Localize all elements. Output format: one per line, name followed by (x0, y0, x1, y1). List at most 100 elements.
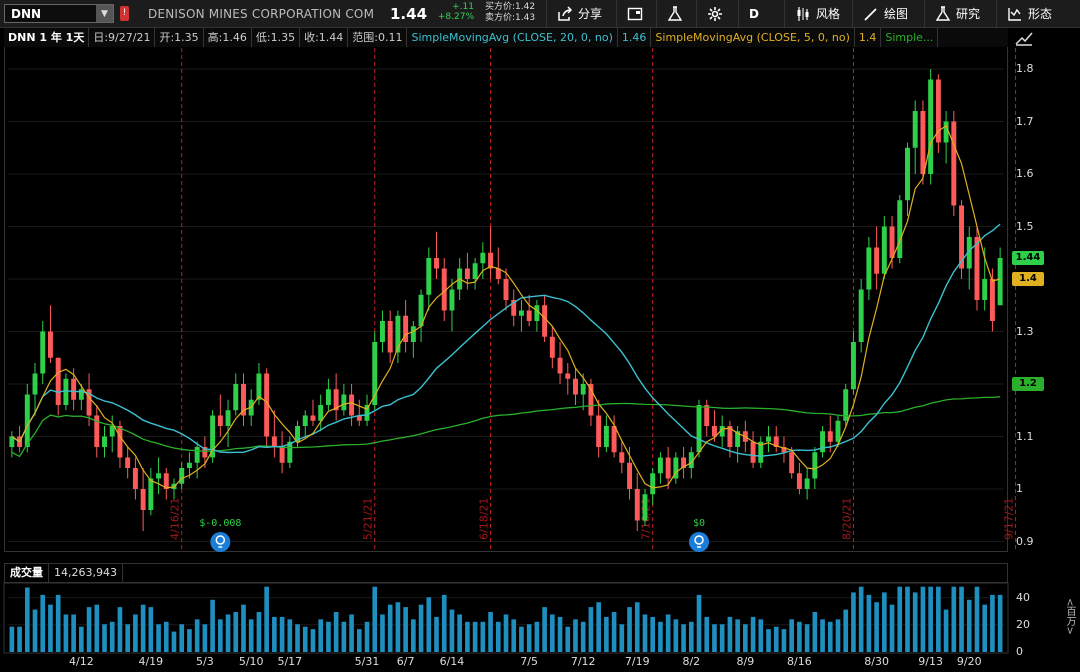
candle-body (874, 247, 880, 274)
volume-bar (472, 621, 478, 652)
volume-bar (187, 629, 192, 652)
candle-body (233, 384, 239, 411)
volume-bar (194, 619, 200, 652)
candle-body (573, 378, 578, 395)
volume-bar (457, 614, 462, 652)
candle-body (750, 441, 756, 463)
volume-bar (820, 619, 825, 652)
volume-bar (272, 616, 277, 652)
legend-symbol-period: DNN 1 年 1天 (4, 28, 90, 47)
volume-unit: <百万> (1064, 598, 1075, 635)
volume-bar (480, 621, 486, 652)
candle-body (349, 394, 355, 416)
volume-bar (326, 621, 331, 652)
volume-bar (310, 629, 316, 652)
candle-body (534, 305, 540, 321)
date-tick-label: 5/17 (277, 655, 303, 668)
volume-bar (866, 594, 872, 652)
candle-body (472, 263, 478, 279)
volume-bar (63, 614, 69, 652)
volume-bar (40, 594, 46, 652)
candle-body (696, 405, 702, 453)
volume-bar (665, 614, 671, 652)
volume-bar (966, 599, 972, 652)
candle-body (503, 279, 509, 300)
candle-body (140, 489, 146, 510)
volume-bar (264, 586, 269, 652)
volume-bar (171, 631, 177, 652)
candle-body (766, 436, 771, 442)
expiration-label: 4/16/21 (169, 498, 182, 540)
price-axis[interactable] (1010, 28, 1080, 552)
volume-bar (773, 626, 779, 652)
price-tick-label: 1.3 (1016, 324, 1034, 338)
candle-body (256, 373, 262, 400)
legend-sma5-value: 1.4 (855, 28, 882, 47)
volume-bar (534, 621, 540, 652)
candle-body (217, 415, 223, 426)
volume-bar (681, 624, 686, 652)
candle-body (132, 468, 138, 489)
volume-bar (542, 607, 547, 652)
volume-bar (511, 619, 517, 652)
volume-bar (835, 619, 841, 652)
candle-body (951, 121, 957, 206)
volume-bar (719, 624, 725, 652)
legend-sma20-name[interactable]: SimpleMovingAvg (CLOSE, 20, 0, no) (407, 28, 618, 47)
volume-bar (789, 619, 794, 652)
volume-bar (179, 624, 185, 652)
candle-body (804, 478, 810, 489)
candle-body (464, 268, 470, 279)
candle-body (611, 426, 617, 453)
candle-body (997, 258, 1003, 306)
volume-bar (596, 602, 601, 652)
price-tick-label: 0.9 (1016, 534, 1034, 548)
earnings-label: $0 (693, 518, 705, 529)
volume-tick-label: 0 (1016, 645, 1023, 658)
legend-sma5-name[interactable]: SimpleMovingAvg (CLOSE, 5, 0, no) (651, 28, 855, 47)
volume-bar (974, 586, 980, 652)
volume-bar (71, 614, 76, 652)
earnings-label: $-0.008 (199, 518, 241, 529)
legend-open: 开:1.35 (155, 28, 204, 47)
candle-body (557, 357, 563, 374)
volume-bar (279, 616, 285, 652)
legend-sma200-name[interactable]: Simple... (881, 28, 939, 47)
candle-body (596, 415, 602, 447)
expiration-label: 5/21/21 (362, 498, 375, 540)
candle-body (850, 342, 856, 390)
legend-sma20-value: 1.46 (618, 28, 652, 47)
volume-bar (851, 592, 856, 652)
volume-bar (604, 616, 609, 652)
candle-body (820, 431, 826, 453)
candle-body (789, 452, 795, 474)
volume-bar (302, 626, 308, 652)
volume-bar (743, 624, 748, 652)
candle-body (812, 452, 818, 479)
date-tick-label: 8/30 (864, 655, 889, 668)
volume-bar (125, 624, 130, 652)
candle-body (928, 79, 934, 174)
volume-bar (750, 616, 756, 652)
volume-bar (990, 594, 995, 652)
candle-body (704, 405, 710, 426)
volume-bar (287, 619, 293, 652)
candle-body (125, 457, 131, 468)
candle-body (449, 289, 455, 311)
volume-bar (117, 607, 123, 652)
volume-bar (658, 621, 663, 652)
candle-body (619, 452, 625, 463)
candle-body (665, 457, 671, 479)
date-tick-label: 8/9 (736, 655, 755, 668)
volume-bar (897, 586, 903, 652)
volume-bar (48, 604, 53, 652)
volume-bar (781, 629, 787, 652)
date-tick-label: 7/12 (570, 655, 596, 668)
price-tag: 1.4 (1012, 272, 1044, 286)
date-tick-label: 9/20 (956, 655, 982, 668)
volume-bar (557, 616, 563, 652)
candle-body (364, 405, 370, 421)
date-tick-label: 4/19 (138, 655, 164, 668)
candle-body (974, 237, 980, 300)
candle-body (325, 389, 331, 405)
